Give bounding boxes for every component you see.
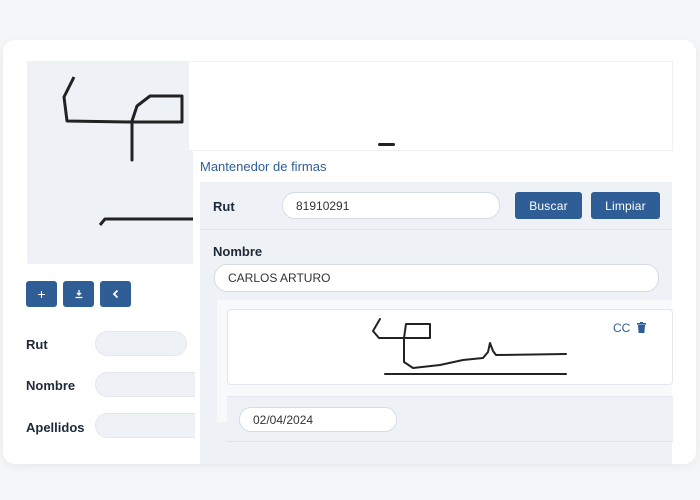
date-divider (227, 441, 673, 442)
back-button[interactable] (100, 281, 131, 307)
nombre-input[interactable]: CARLOS ARTURO (214, 264, 659, 292)
rut-label: Rut (213, 199, 235, 214)
signature-preview-panel (27, 61, 193, 264)
signature-form-panel: Rut 81910291 Buscar Limpiar Nombre CARLO… (200, 182, 673, 464)
limpiar-button[interactable]: Limpiar (591, 192, 660, 219)
download-button[interactable] (63, 281, 94, 307)
left-rut-input[interactable] (95, 331, 187, 356)
download-icon (75, 290, 82, 299)
date-value: 02/04/2024 (253, 412, 314, 427)
buscar-label: Buscar (529, 198, 568, 213)
preview-area (189, 61, 673, 151)
signature-toolbar: + (26, 281, 131, 307)
trash-icon[interactable] (637, 322, 646, 333)
limpiar-label: Limpiar (605, 198, 646, 213)
left-apellidos-label: Apellidos (26, 420, 85, 435)
cc-label[interactable]: CC (613, 321, 630, 335)
buscar-button[interactable]: Buscar (515, 192, 582, 219)
main-card: + Rut Nombre Apellidos Mantenedor de fir… (3, 40, 696, 464)
signature-card (227, 309, 673, 385)
signature-drawing (62, 76, 193, 226)
left-rut-label: Rut (26, 337, 48, 352)
rut-row: Rut 81910291 Buscar Limpiar (200, 182, 672, 230)
date-input[interactable]: 02/04/2024 (239, 407, 397, 432)
left-apellidos-input[interactable] (95, 413, 195, 438)
left-nombre-input[interactable] (95, 372, 195, 397)
section-title: Mantenedor de firmas (200, 159, 327, 174)
rut-value: 81910291 (296, 198, 350, 213)
nombre-value: CARLOS ARTURO (228, 271, 331, 285)
signature-image (372, 318, 567, 375)
plus-icon: + (37, 286, 46, 302)
chevron-left-icon (112, 289, 118, 299)
add-button[interactable]: + (26, 281, 57, 307)
date-row: 02/04/2024 (227, 396, 673, 442)
left-nombre-label: Nombre (26, 378, 76, 393)
rut-input[interactable]: 81910291 (282, 192, 500, 219)
nombre-label: Nombre (213, 244, 263, 259)
preview-mark (378, 143, 395, 146)
